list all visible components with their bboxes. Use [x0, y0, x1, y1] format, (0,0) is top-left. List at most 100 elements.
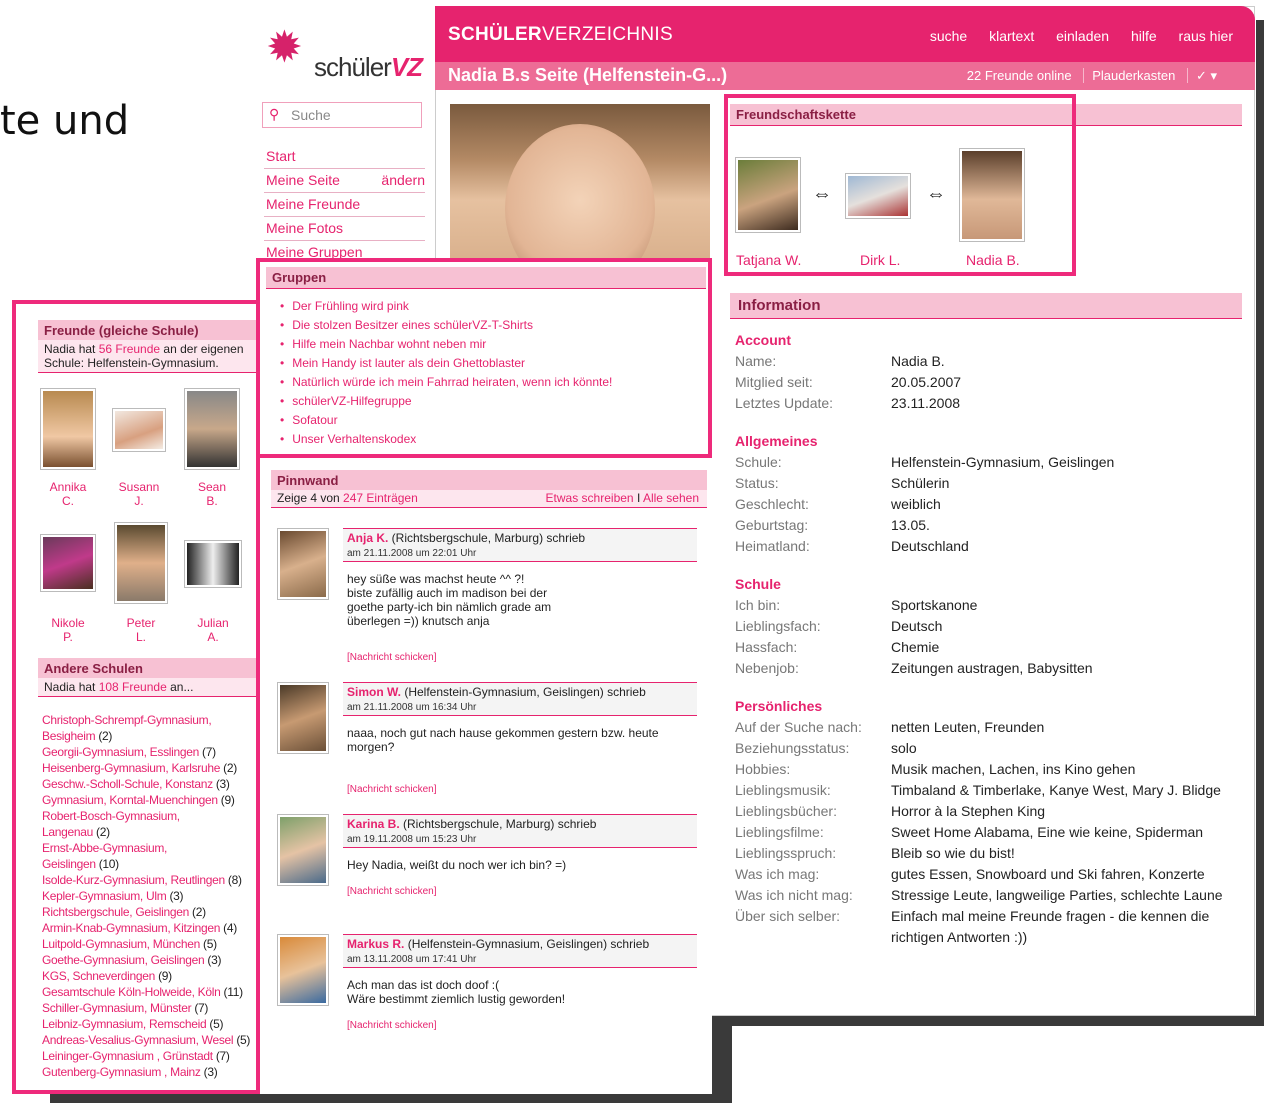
panel-shadow — [50, 1094, 732, 1103]
send-message-link[interactable]: [Nachricht schicken] — [347, 784, 436, 795]
nav-hilfe[interactable]: hilfe — [1131, 28, 1157, 44]
info-key: Hobbies: — [735, 761, 791, 777]
nav-einladen[interactable]: einladen — [1056, 28, 1109, 44]
info-row: Lieblingsspruch: Bleib so wie du bist! — [735, 845, 1243, 866]
info-value[interactable]: Deutschland — [891, 538, 969, 554]
info-key: Mitglied seit: — [735, 374, 813, 390]
info-key: Heimatland: — [735, 538, 810, 554]
nav-start[interactable]: Start — [264, 145, 425, 169]
post-avatar[interactable] — [277, 528, 329, 600]
friends-online-link[interactable]: 22 Freunde online — [959, 68, 1080, 83]
highlight-frame — [12, 300, 260, 1094]
send-message-link[interactable]: [Nachricht schicken] — [347, 1020, 436, 1031]
info-row: Hassfach: Chemie — [735, 639, 1243, 660]
pinnwand-count-link[interactable]: 247 Einträgen — [343, 491, 418, 505]
info-row: Name: Nadia B. — [735, 353, 1243, 374]
info-value[interactable]: 13.05. — [891, 517, 930, 533]
info-key: Hassfach: — [735, 639, 798, 655]
info-key: Ich bin: — [735, 597, 781, 613]
info-row: Lieblingsfach: Deutsch — [735, 618, 1243, 639]
search-input[interactable]: ⚲ Suche — [262, 102, 422, 128]
info-section-title: Persönliches — [735, 698, 823, 714]
info-row: Nebenjob: Zeitungen austragen, Babysitten — [735, 660, 1243, 681]
info-key: Was ich mag: — [735, 866, 820, 882]
post-header: Karina B. (Richtsbergschule, Marburg) sc… — [343, 814, 697, 848]
info-value: Einfach mal meine Freunde fragen - die k… — [891, 908, 1210, 924]
post-date: am 21.11.2008 um 16:34 Uhr — [347, 702, 477, 713]
info-value[interactable]: solo — [891, 740, 917, 756]
info-row: Lieblingsfilme: Sweet Home Alabama, Eine … — [735, 824, 1243, 845]
post-date: am 21.11.2008 um 22:01 Uhr — [347, 548, 477, 559]
info-key: Schule: — [735, 454, 782, 470]
sub-bar: Nadia B.s Seite (Helfenstein-G...) 22 Fr… — [435, 62, 1255, 90]
info-value[interactable]: netten Leuten, Freunden — [891, 719, 1044, 735]
page-title: Nadia B.s Seite (Helfenstein-G...) — [448, 65, 728, 85]
post-avatar[interactable] — [277, 814, 329, 886]
info-row: Hobbies: Musik machen, Lachen, ins Kino g… — [735, 761, 1243, 782]
info-value[interactable]: Sportskanone — [891, 597, 977, 613]
info-row: Ich bin: Sportskanone — [735, 597, 1243, 618]
post-header: Simon W. (Helfenstein-Gymnasium, Geislin… — [343, 682, 697, 716]
info-row: Status: Schülerin — [735, 475, 1243, 496]
info-section-title: Account — [735, 332, 791, 348]
info-value: Zeitungen austragen, Babysitten — [891, 660, 1093, 676]
send-message-link[interactable]: [Nachricht schicken] — [347, 652, 436, 663]
info-row: Was ich mag: gutes Essen, Snowboard und S… — [735, 866, 1243, 887]
top-nav: suche klartext einladen hilfe raus hier — [912, 28, 1233, 44]
info-key: Beziehungsstatus: — [735, 740, 850, 756]
nav-meine-freunde[interactable]: Meine Freunde — [264, 193, 425, 217]
status-dropdown-icon[interactable]: ✓ ▾ — [1186, 68, 1225, 83]
nav-logout[interactable]: raus hier — [1179, 28, 1233, 44]
post-date: am 13.11.2008 um 17:41 Uhr — [347, 954, 477, 965]
profile-photo[interactable] — [450, 104, 710, 264]
post-text: hey süße was machst heute ^^ ?! biste zu… — [347, 572, 552, 628]
info-key: Über sich selber: — [735, 908, 841, 924]
write-entry-link[interactable]: Etwas schreiben — [546, 491, 634, 505]
post-header: Anja K. (Richtsbergschule, Marburg) schr… — [343, 528, 697, 562]
pinnwand-title: Pinnwand — [271, 470, 707, 492]
post-avatar[interactable] — [277, 682, 329, 754]
info-row: richtigen Antworten :)) — [735, 929, 1243, 950]
post-author-link[interactable]: Markus R. — [347, 937, 404, 951]
nav-suche[interactable]: suche — [930, 28, 967, 44]
info-row: Heimatland: Deutschland — [735, 538, 1243, 559]
info-key: Geburtstag: — [735, 517, 809, 533]
info-value: gutes Essen, Snowboard und Ski fahren, K… — [891, 866, 1205, 882]
wall-post: Karina B. (Richtsbergschule, Marburg) sc… — [277, 814, 697, 954]
slide-caption: te und — [0, 98, 130, 144]
pinnwand-count-text: Zeige 4 von — [277, 491, 344, 505]
info-section-title: Allgemeines — [735, 433, 818, 449]
show-all-link[interactable]: Alle sehen — [643, 491, 699, 505]
info-row: Beziehungsstatus: solo — [735, 740, 1243, 761]
post-text: Hey Nadia, weißt du noch wer ich bin? =) — [347, 858, 567, 872]
brand-title[interactable]: SCHÜLERVERZEICHNIS — [448, 24, 673, 46]
post-avatar[interactable] — [277, 934, 329, 1006]
nav-meine-fotos[interactable]: Meine Fotos — [264, 217, 425, 241]
info-value: Musik machen, Lachen, ins Kino gehen — [891, 761, 1136, 777]
post-author-link[interactable]: Simon W. — [347, 685, 401, 699]
info-key: Lieblingsspruch: — [735, 845, 837, 861]
post-author-link[interactable]: Karina B. — [347, 817, 400, 831]
nav-meine-seite[interactable]: Meine Seite ändern — [264, 169, 425, 193]
panel-shadow — [1256, 20, 1264, 1025]
chat-link[interactable]: Plauderkasten — [1083, 68, 1184, 83]
info-value: Nadia B. — [891, 353, 945, 369]
info-key: Auf der Suche nach: — [735, 719, 862, 735]
edit-page-link[interactable]: ändern — [381, 169, 425, 191]
logo[interactable]: ✹ schülerVZ — [262, 20, 430, 86]
info-value: Horror à la Stephen King — [891, 803, 1046, 819]
separator: I — [636, 491, 641, 505]
nav-klartext[interactable]: klartext — [989, 28, 1034, 44]
info-value[interactable]: Helfenstein-Gymnasium, Geislingen — [891, 454, 1114, 470]
info-row: Mitglied seit: 20.05.2007 — [735, 374, 1243, 395]
top-bar: SCHÜLERVERZEICHNIS suche klartext einlad… — [435, 6, 1255, 62]
panel-shadow — [732, 1016, 1264, 1026]
post-school: (Helfenstein-Gymnasium, Geislingen) schr… — [401, 685, 646, 699]
info-value[interactable]: weiblich — [891, 496, 941, 512]
info-section-title: Schule — [735, 576, 781, 592]
info-key: Lieblingsfach: — [735, 618, 821, 634]
post-author-link[interactable]: Anja K. — [347, 531, 388, 545]
info-row: Geburtstag: 13.05. — [735, 517, 1243, 538]
post-text: Ach man das ist doch doof :( Wäre bestim… — [347, 978, 566, 1006]
send-message-link[interactable]: [Nachricht schicken] — [347, 886, 436, 897]
